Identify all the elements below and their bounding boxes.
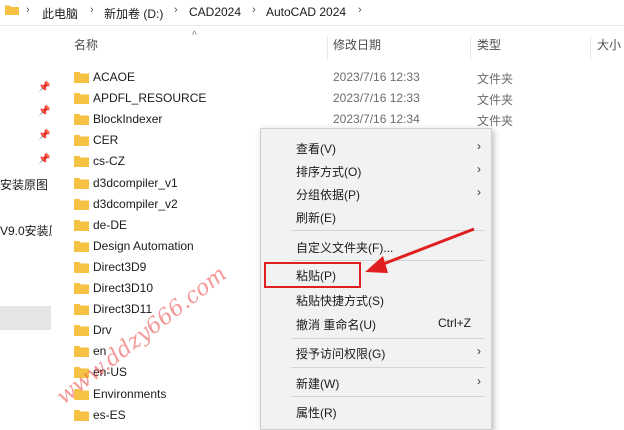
file-type: 文件夹 xyxy=(477,72,514,86)
menu-label: 刷新(E) xyxy=(296,211,336,225)
folder-icon xyxy=(74,178,89,189)
menu-label: 查看(V) xyxy=(296,142,336,156)
folder-icon xyxy=(74,410,89,421)
folder-icon xyxy=(74,262,89,273)
menu-label: 授予访问权限(G) xyxy=(296,347,386,361)
menu-label: 新建(W) xyxy=(296,377,340,391)
menu-item-new[interactable]: 新建(W) › xyxy=(261,371,491,393)
menu-separator xyxy=(291,338,485,339)
menu-item-view[interactable]: 查看(V) › xyxy=(261,136,491,158)
sort-ascending-icon: ^ xyxy=(192,30,197,41)
file-name: Environments xyxy=(93,387,167,401)
menu-item-refresh[interactable]: 刷新(E) xyxy=(261,205,491,227)
column-header-date[interactable]: 修改日期 xyxy=(333,36,381,58)
nav-item[interactable]: V9.0安装原 xyxy=(0,222,52,239)
navigation-pane: 📌 📌 📌 📌 安装原图 V9.0安装原 xyxy=(0,26,52,426)
file-name: de-DE xyxy=(93,218,128,232)
pin-icon[interactable]: 📌 xyxy=(38,155,50,165)
column-header-name[interactable]: 名称 xyxy=(74,36,98,58)
menu-label: 分组依据(P) xyxy=(296,188,360,202)
file-name: Drv xyxy=(93,323,112,337)
menu-separator xyxy=(291,367,485,368)
chevron-right-icon: › xyxy=(477,139,481,153)
folder-icon xyxy=(74,114,89,125)
file-name: Direct3D11 xyxy=(93,302,153,316)
menu-item-access[interactable]: 授予访问权限(G) › xyxy=(261,341,491,363)
menu-separator xyxy=(291,260,485,261)
address-bar[interactable]: › 此电脑 › 新加卷 (D:) › CAD2024 › AutoCAD 202… xyxy=(0,0,624,26)
folder-icon xyxy=(74,283,89,294)
folder-icon xyxy=(5,5,19,15)
folder-icon xyxy=(74,156,89,167)
file-name: cs-CZ xyxy=(93,154,125,168)
file-date: 2023/7/16 12:33 xyxy=(333,91,420,105)
folder-icon xyxy=(74,241,89,252)
file-name: Direct3D9 xyxy=(93,260,147,274)
menu-item-group[interactable]: 分组依据(P) › xyxy=(261,182,491,204)
folder-icon xyxy=(74,135,89,146)
file-type: 文件夹 xyxy=(477,114,514,128)
menu-label: 自定义文件夹(F)... xyxy=(296,241,394,255)
column-header-type[interactable]: 类型 xyxy=(477,36,501,58)
list-item[interactable]: APDFL_RESOURCE 2023/7/16 12:33 文件夹 xyxy=(70,88,624,109)
column-divider[interactable] xyxy=(327,36,328,60)
nav-item[interactable]: 安装原图 xyxy=(0,176,52,193)
folder-icon xyxy=(74,220,89,231)
file-name: d3dcompiler_v1 xyxy=(93,176,178,190)
column-divider[interactable] xyxy=(590,36,591,60)
pin-icon[interactable]: 📌 xyxy=(38,83,50,93)
chevron-right-icon: › xyxy=(26,4,30,16)
breadcrumb-autocad[interactable]: AutoCAD 2024 xyxy=(266,5,346,19)
folder-icon xyxy=(74,72,89,83)
breadcrumb-this-pc[interactable]: 此电脑 xyxy=(42,5,78,22)
chevron-right-icon: › xyxy=(252,4,256,16)
chevron-right-icon: › xyxy=(358,4,362,16)
menu-shortcut: Ctrl+Z xyxy=(438,316,471,330)
menu-label: 排序方式(O) xyxy=(296,165,362,179)
file-name: BlockIndexer xyxy=(93,112,163,126)
breadcrumb-cad2024[interactable]: CAD2024 xyxy=(189,5,241,19)
nav-selected-item[interactable] xyxy=(0,306,51,330)
chevron-right-icon: › xyxy=(174,4,178,16)
column-divider[interactable] xyxy=(470,36,471,60)
pin-icon[interactable]: 📌 xyxy=(38,107,50,117)
file-name: CER xyxy=(93,133,119,147)
folder-icon xyxy=(74,346,89,357)
menu-separator xyxy=(291,396,485,397)
menu-item-undo[interactable]: 撤消 重命名(U) Ctrl+Z xyxy=(261,312,491,334)
file-name: Design Automation xyxy=(93,239,194,253)
file-type: 文件夹 xyxy=(477,93,514,107)
file-date: 2023/7/16 12:34 xyxy=(333,112,420,126)
menu-item-paste-shortcut[interactable]: 粘贴快捷方式(S) xyxy=(261,288,491,310)
folder-icon xyxy=(74,93,89,104)
menu-item-properties[interactable]: 属性(R) xyxy=(261,400,491,422)
file-name: Direct3D10 xyxy=(93,281,154,295)
file-name: ACAOE xyxy=(93,70,136,84)
chevron-right-icon: › xyxy=(477,185,481,199)
menu-item-customize[interactable]: 自定义文件夹(F)... xyxy=(261,235,491,257)
list-item[interactable]: ACAOE 2023/7/16 12:33 文件夹 xyxy=(70,67,624,88)
menu-label: 粘贴快捷方式(S) xyxy=(296,294,384,308)
folder-icon xyxy=(74,304,89,315)
folder-icon xyxy=(74,325,89,336)
file-name: APDFL_RESOURCE xyxy=(93,91,207,105)
highlight-box xyxy=(264,262,361,288)
list-item[interactable]: BlockIndexer 2023/7/16 12:34 文件夹 xyxy=(70,109,624,130)
chevron-right-icon: › xyxy=(477,344,481,358)
folder-icon xyxy=(74,199,89,210)
pin-icon[interactable]: 📌 xyxy=(38,131,50,141)
chevron-right-icon: › xyxy=(477,162,481,176)
file-name: d3dcompiler_v2 xyxy=(93,197,178,211)
menu-label: 撤消 重命名(U) xyxy=(296,318,376,332)
file-date: 2023/7/16 12:33 xyxy=(333,70,420,84)
chevron-right-icon: › xyxy=(90,4,94,16)
menu-label: 属性(R) xyxy=(296,406,337,420)
chevron-right-icon: › xyxy=(477,374,481,388)
menu-item-sort[interactable]: 排序方式(O) › xyxy=(261,159,491,181)
breadcrumb-drive[interactable]: 新加卷 (D:) xyxy=(104,5,163,22)
menu-separator xyxy=(291,230,485,231)
column-header-size[interactable]: 大小 xyxy=(597,36,621,58)
file-name: es-ES xyxy=(93,408,126,422)
